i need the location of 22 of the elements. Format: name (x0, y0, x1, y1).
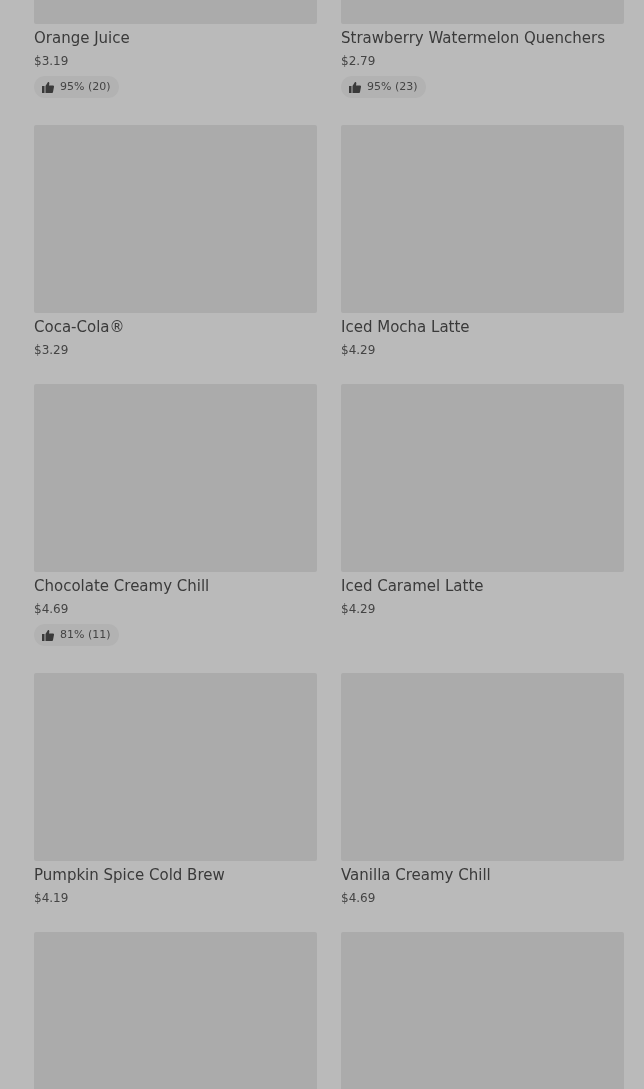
thumbs-up-icon (42, 629, 54, 641)
item-name[interactable]: Vanilla Creamy Chill (341, 865, 624, 885)
item-name[interactable]: Strawberry Watermelon Quenchers (341, 28, 624, 48)
item-name[interactable]: Iced Mocha Latte (341, 317, 624, 337)
item-name[interactable]: Coca-Cola® (34, 317, 317, 337)
item-name[interactable]: Iced Caramel Latte (341, 576, 624, 596)
item-price: $3.19 (34, 53, 70, 70)
thumbs-up-icon (42, 81, 54, 93)
item-price: $4.69 (34, 601, 70, 618)
item-name[interactable]: Chocolate Creamy Chill (34, 576, 317, 596)
item-name[interactable]: Pumpkin Spice Cold Brew (34, 865, 317, 885)
rating-text: 81% (11) (60, 626, 111, 643)
item-price: $2.79 (341, 53, 377, 70)
item-price: $4.29 (341, 601, 377, 618)
item-price: $4.29 (341, 342, 377, 359)
thumbs-up-icon (349, 81, 361, 93)
item-name[interactable]: Orange Juice (34, 28, 317, 48)
item-price: $3.29 (34, 342, 70, 359)
rating-text: 95% (23) (367, 78, 418, 95)
rating-text: 95% (20) (60, 78, 111, 95)
item-price: $4.69 (341, 890, 377, 907)
item-price: $4.19 (34, 890, 70, 907)
